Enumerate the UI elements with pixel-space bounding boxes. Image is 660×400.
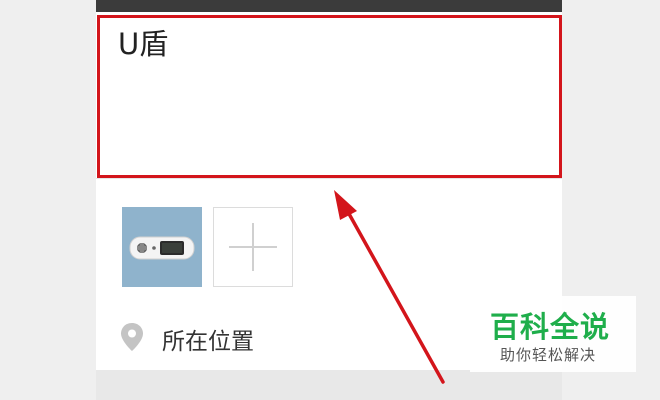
attached-photo[interactable] — [122, 207, 202, 287]
divider — [96, 178, 562, 179]
usb-key-photo — [122, 207, 202, 287]
plus-icon — [229, 223, 277, 271]
watermark-subtitle: 助你轻松解决 — [500, 346, 597, 364]
post-text: U盾 — [118, 27, 169, 61]
watermark: 百科全说 助你轻松解决 — [470, 296, 636, 372]
add-photo-button[interactable] — [213, 207, 293, 287]
status-bar — [96, 0, 562, 12]
post-text-area[interactable]: U盾 — [96, 12, 562, 177]
location-label: 所在位置 — [162, 329, 254, 355]
location-pin-icon — [121, 323, 143, 351]
bottom-bar — [96, 370, 562, 400]
watermark-title: 百科全说 — [490, 310, 611, 344]
